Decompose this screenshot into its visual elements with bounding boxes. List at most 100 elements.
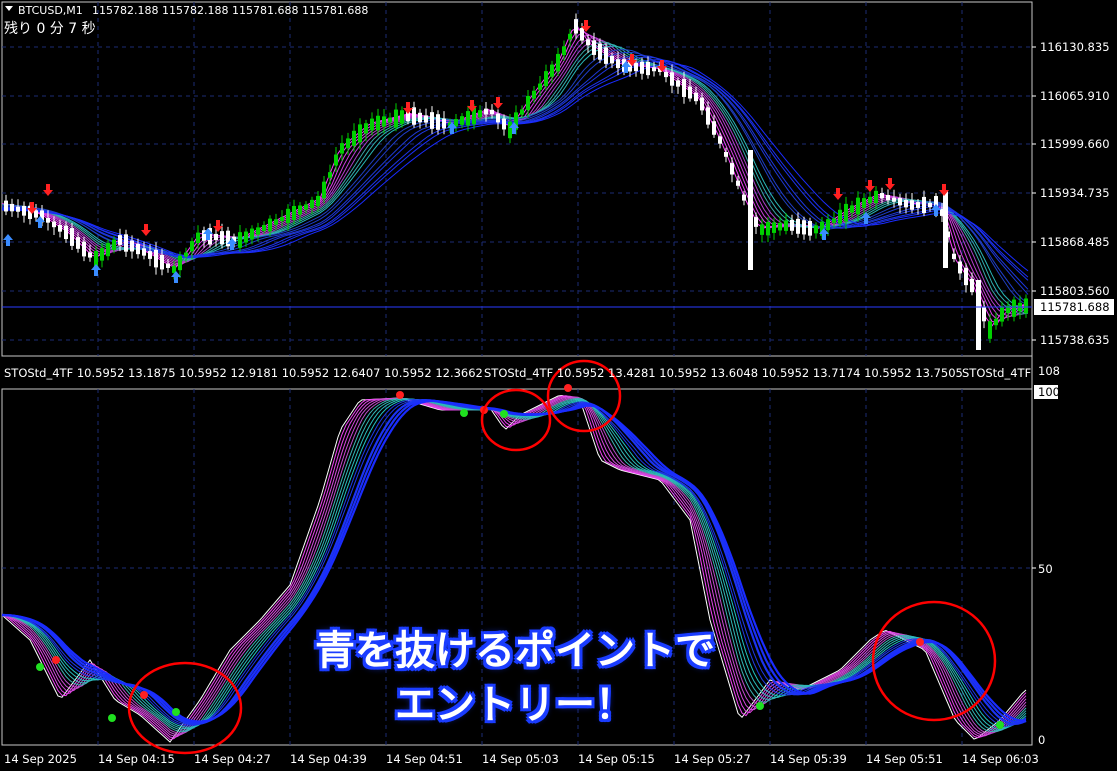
candle	[736, 180, 740, 186]
candle	[550, 64, 554, 77]
ribbon-line	[1, 29, 1029, 323]
indicator-tick: 108	[1038, 364, 1060, 378]
candle	[538, 83, 542, 90]
candle	[730, 163, 734, 175]
candle	[64, 225, 68, 240]
candle	[292, 205, 296, 221]
candle	[424, 115, 428, 123]
candle	[964, 267, 968, 286]
candle	[670, 72, 674, 86]
red-down-arrow-icon	[493, 97, 503, 109]
candle	[646, 61, 650, 76]
candle	[340, 143, 344, 154]
candle	[508, 121, 512, 139]
red-down-arrow-icon	[885, 178, 895, 190]
candle	[76, 237, 80, 249]
candle	[886, 195, 890, 201]
candle	[682, 79, 686, 97]
candle	[466, 111, 470, 126]
red-dot-icon	[564, 384, 572, 392]
candle	[1024, 298, 1028, 314]
indicator-tick: 100	[1038, 385, 1060, 399]
candle	[166, 263, 170, 268]
candle	[400, 110, 404, 124]
candle	[910, 200, 914, 210]
candle	[34, 210, 38, 218]
candle	[796, 218, 800, 234]
candle	[10, 203, 14, 212]
indicator-header-2: STOStd_4TF 10.5952 13.4281 10.5952 13.60…	[484, 366, 963, 380]
time-tick: 14 Sep 06:03	[962, 752, 1039, 766]
candle	[988, 321, 992, 339]
candle	[922, 196, 926, 214]
candle	[826, 219, 830, 231]
candle	[316, 195, 320, 207]
candle	[394, 109, 398, 128]
candle	[532, 90, 536, 99]
candle	[688, 86, 692, 99]
candle	[592, 40, 596, 55]
candle	[916, 202, 920, 208]
current-price-label: 115781.688	[1040, 300, 1110, 314]
candle	[244, 231, 248, 243]
candle	[298, 205, 302, 215]
ribbon-line	[1, 31, 1029, 321]
candle	[430, 112, 434, 129]
candle	[88, 252, 92, 258]
highlight-circle	[480, 388, 552, 452]
red-dot-icon	[396, 391, 404, 399]
price-tick: 115934.735	[1040, 186, 1110, 200]
candle	[160, 254, 164, 270]
candle	[130, 240, 134, 252]
main-grid	[2, 2, 1032, 356]
indicator-tick: 50	[1038, 562, 1053, 576]
price-tick: 115738.635	[1040, 333, 1110, 347]
candle	[124, 234, 128, 252]
candle	[850, 205, 854, 213]
candle	[286, 208, 290, 224]
candle	[790, 219, 794, 231]
candle	[304, 204, 308, 210]
candle	[220, 231, 224, 245]
candle	[388, 117, 392, 123]
red-down-arrow-icon	[141, 224, 151, 236]
candle	[598, 43, 602, 60]
time-tick: 14 Sep 05:39	[770, 752, 847, 766]
candle	[526, 95, 530, 111]
candle	[496, 113, 500, 123]
candles[interactable]	[4, 13, 1028, 350]
time-axis[interactable]: 14 Sep 2025 14 Sep 04:15 14 Sep 04:27 14…	[4, 752, 1039, 766]
price-tick: 116130.835	[1040, 40, 1110, 54]
candle	[898, 197, 902, 206]
price-axis[interactable]: 116130.835 116065.910 115999.660 115934.…	[1032, 40, 1114, 347]
green-dot-icon	[500, 410, 508, 418]
candle	[958, 261, 962, 274]
triangle-down-icon[interactable]	[5, 6, 13, 11]
candle	[358, 124, 362, 143]
candle	[238, 232, 242, 248]
time-tick: 14 Sep 05:27	[674, 752, 751, 766]
ribbon-line	[1, 63, 1029, 272]
candle	[148, 251, 152, 259]
main-chart-frame	[1, 1, 1033, 357]
candle	[760, 224, 764, 235]
candle	[82, 241, 86, 257]
candle	[766, 221, 770, 236]
indicator-axis[interactable]: 108 100 50 0	[1032, 364, 1060, 747]
candle	[568, 33, 572, 40]
candle	[772, 222, 776, 233]
price-tick: 115999.660	[1040, 137, 1110, 151]
countdown-label: 残り 0 分 7 秒	[4, 21, 96, 37]
candle	[268, 218, 272, 232]
candle	[346, 138, 350, 149]
candle	[100, 248, 104, 261]
time-tick: 14 Sep 2025	[4, 752, 77, 766]
candle	[604, 47, 608, 64]
candle	[610, 55, 614, 64]
candle	[352, 130, 356, 146]
candle	[46, 217, 50, 223]
overlay-caption-line1: 青を抜けるポイントで	[315, 628, 715, 674]
candle	[520, 109, 524, 115]
candle	[4, 200, 8, 212]
candle	[250, 228, 254, 240]
